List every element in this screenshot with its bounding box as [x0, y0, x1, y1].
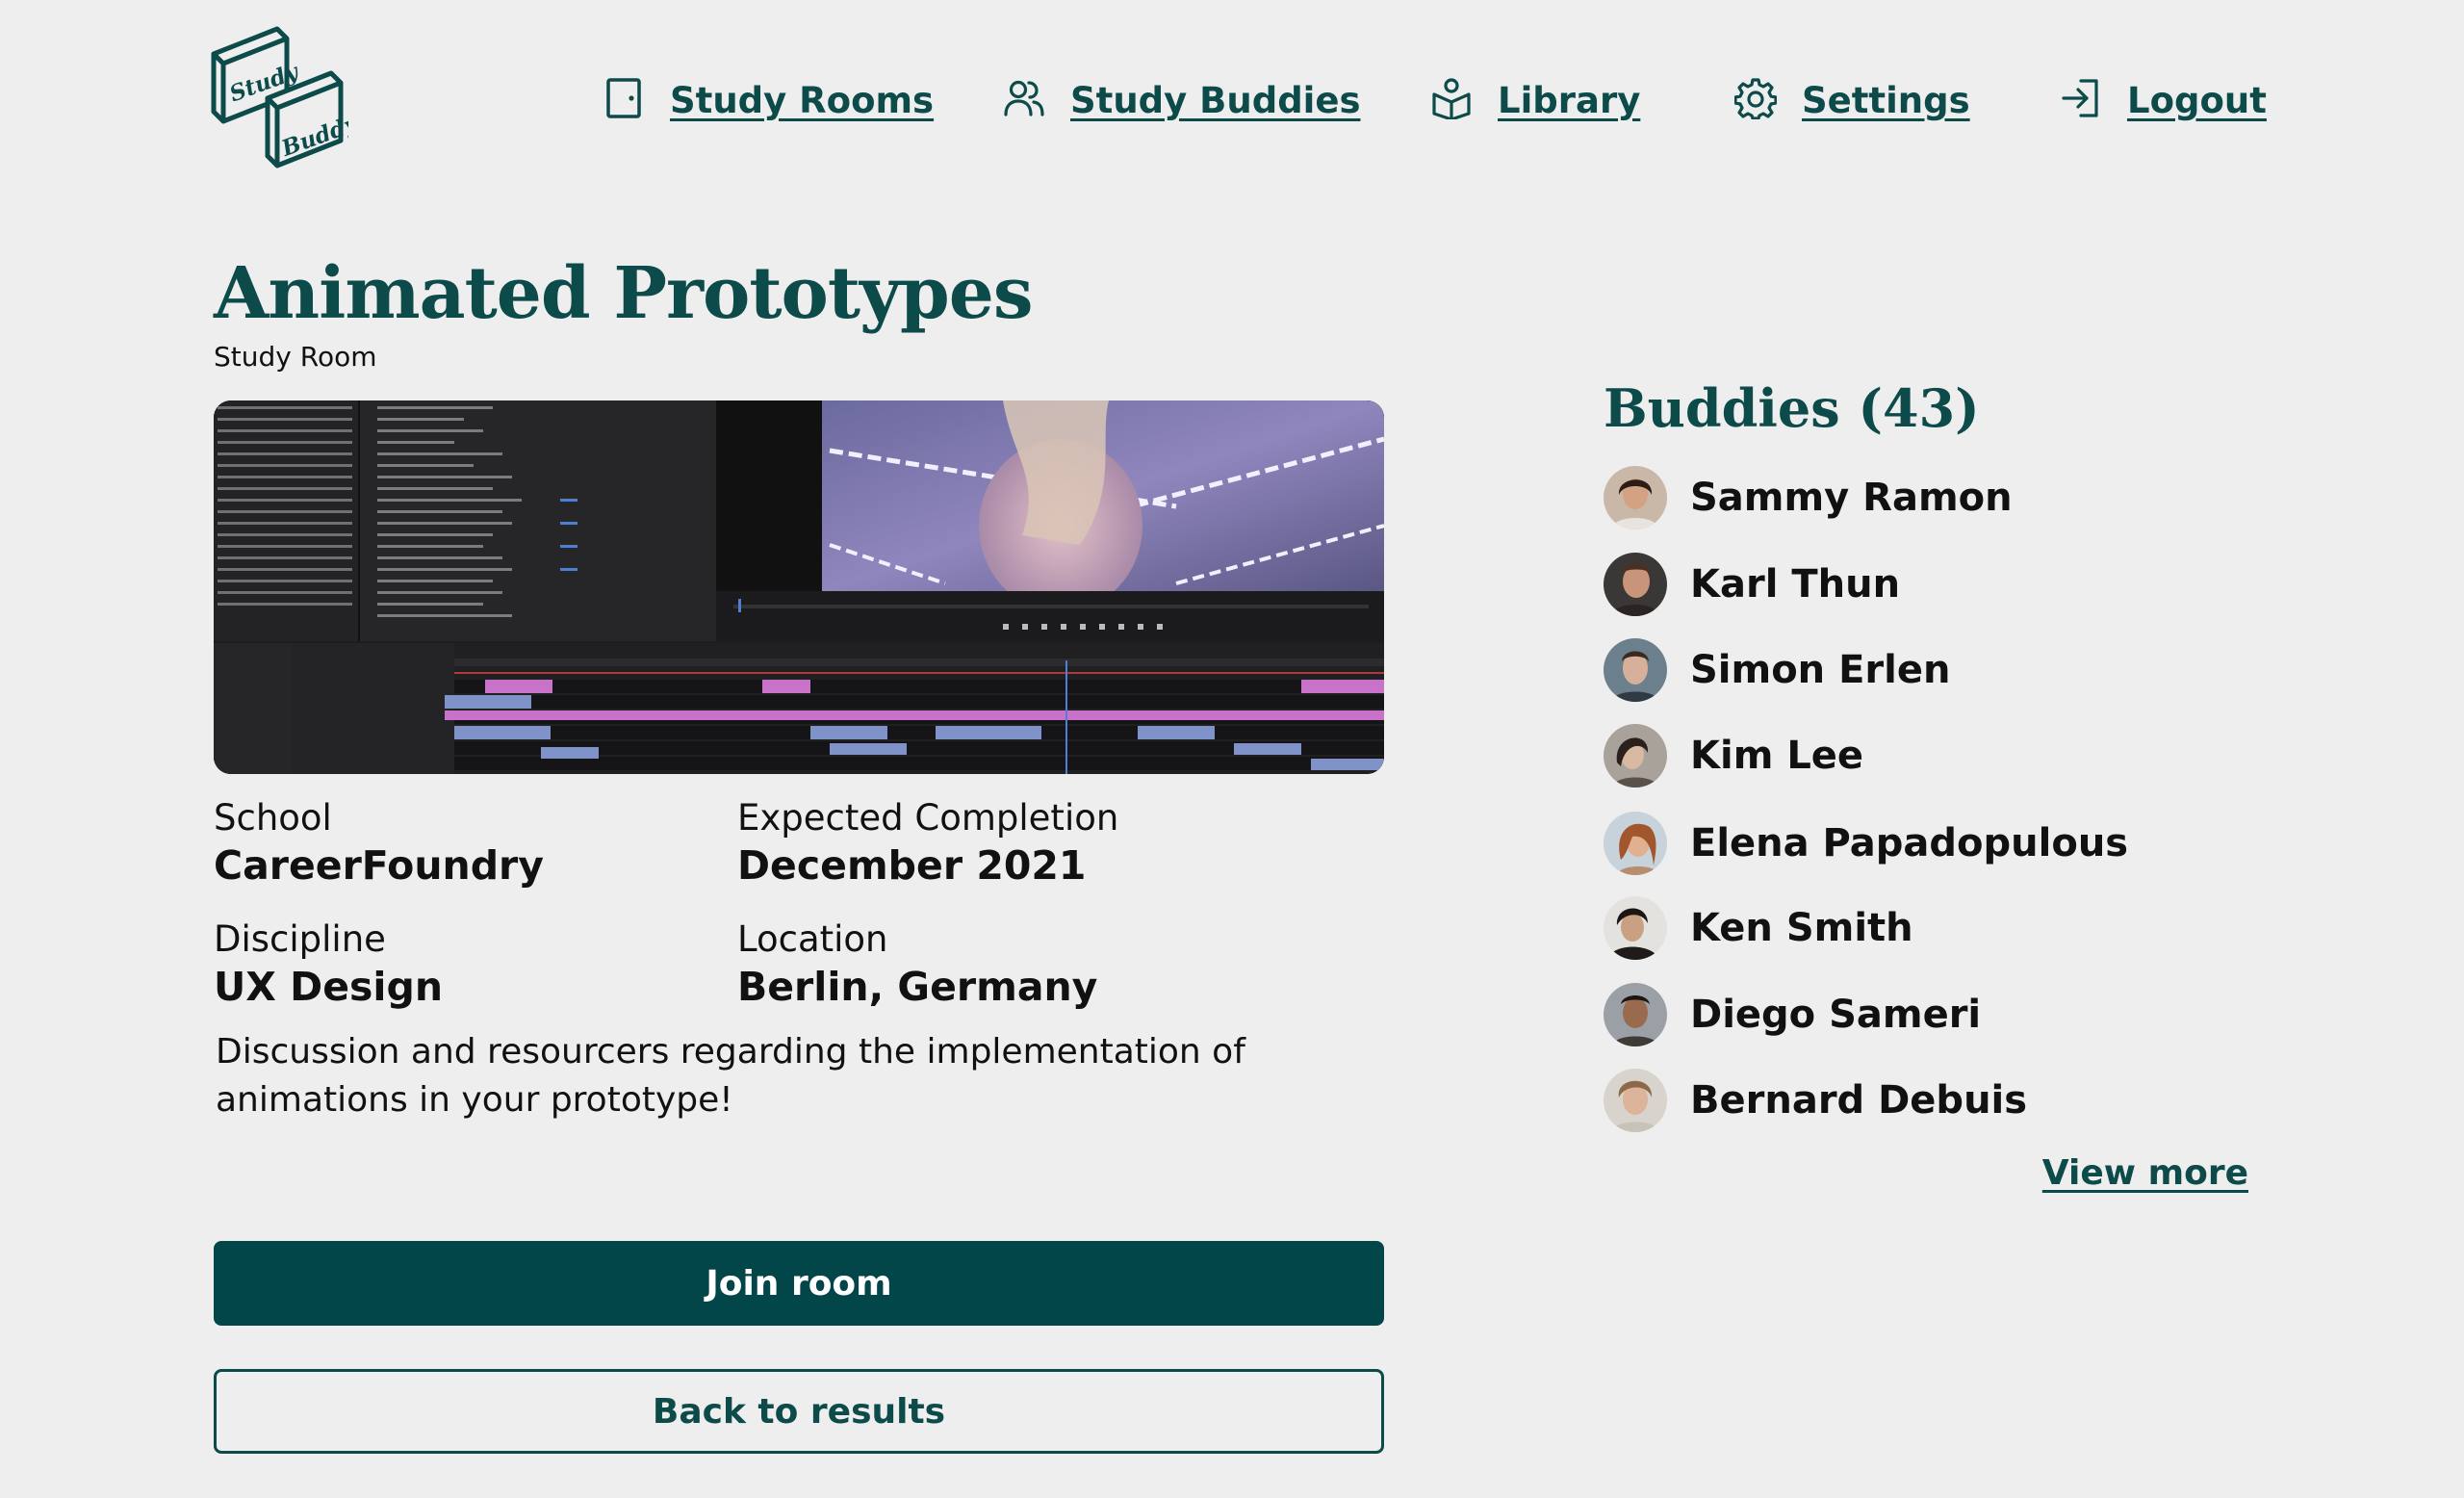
users-icon: [1003, 77, 1045, 123]
avatar: [1604, 724, 1667, 788]
view-more-link[interactable]: View more: [2042, 1153, 2248, 1193]
buddy-name: Diego Sameri: [1690, 993, 1982, 1037]
location-value: Berlin, Germany: [737, 964, 1098, 1010]
avatar: [1604, 983, 1667, 1046]
buddies-heading: Buddies (43): [1604, 377, 1980, 439]
nav-label-logout: Logout: [2127, 79, 2267, 121]
discipline-value: UX Design: [214, 964, 444, 1010]
buddy-name: Bernard Debuis: [1690, 1078, 2028, 1123]
buddy-item[interactable]: Bernard Debuis: [1604, 1068, 2027, 1133]
buddy-item[interactable]: Ken Smith: [1604, 895, 1913, 961]
buddy-name: Karl Thun: [1690, 562, 1901, 607]
buddy-name: Sammy Ramon: [1690, 476, 2013, 520]
buddy-name: Simon Erlen: [1690, 648, 1951, 692]
avatar: [1604, 812, 1667, 875]
school-field: School CareerFoundry: [214, 797, 544, 891]
logout-icon: [2060, 77, 2102, 123]
study-buddy-logo[interactable]: Study Buddy: [210, 25, 363, 171]
join-room-button[interactable]: Join room: [214, 1241, 1384, 1326]
avatar: [1604, 553, 1667, 616]
completion-label: Expected Completion: [737, 797, 1119, 839]
completion-field: Expected Completion December 2021: [737, 797, 1118, 891]
buddy-item[interactable]: Kim Lee: [1604, 723, 1863, 788]
nav-study-rooms[interactable]: Study Rooms: [603, 77, 934, 123]
gear-icon: [1733, 77, 1778, 123]
page-subtitle: Study Room: [214, 341, 377, 373]
nav-library[interactable]: Library: [1430, 77, 1640, 123]
discipline-label: Discipline: [214, 918, 386, 960]
school-label: School: [214, 797, 332, 839]
nav-label-settings: Settings: [1802, 79, 1970, 121]
room-description: Discussion and resourcers regarding the …: [216, 1032, 1245, 1120]
door-icon: [603, 77, 645, 123]
avatar: [1604, 638, 1667, 702]
buddy-name: Elena Papadopulous: [1690, 821, 2129, 865]
buddy-item[interactable]: Sammy Ramon: [1604, 465, 2013, 530]
nav-study-buddies[interactable]: Study Buddies: [1003, 77, 1360, 123]
nav-label-study-rooms: Study Rooms: [670, 79, 935, 121]
avatar: [1604, 1069, 1667, 1132]
buddy-item[interactable]: Diego Sameri: [1604, 982, 1981, 1047]
buddy-name: Ken Smith: [1690, 906, 1913, 950]
buddy-item[interactable]: Karl Thun: [1604, 552, 1900, 617]
nav-label-library: Library: [1498, 79, 1641, 121]
location-label: Location: [737, 918, 888, 960]
nav-logout[interactable]: Logout: [2060, 77, 2267, 123]
room-cover-image: [214, 400, 1384, 774]
buddy-item[interactable]: Simon Erlen: [1604, 637, 1950, 703]
buddy-name: Kim Lee: [1690, 734, 1864, 778]
nav-label-study-buddies: Study Buddies: [1070, 79, 1361, 121]
study-room-page: Study Buddy Study Rooms Study Buddies Li…: [0, 0, 2464, 1498]
nav-settings[interactable]: Settings: [1733, 77, 1970, 123]
buddy-item[interactable]: Elena Papadopulous: [1604, 811, 2128, 876]
page-title: Animated Prototypes: [214, 252, 1034, 335]
avatar: [1604, 896, 1667, 960]
discipline-field: Discipline UX Design: [214, 918, 443, 1013]
back-to-results-button[interactable]: Back to results: [214, 1369, 1384, 1454]
school-value: CareerFoundry: [214, 842, 544, 889]
completion-value: December 2021: [737, 842, 1087, 889]
reading-icon: [1430, 77, 1473, 123]
avatar: [1604, 466, 1667, 529]
location-field: Location Berlin, Germany: [737, 918, 1097, 1013]
